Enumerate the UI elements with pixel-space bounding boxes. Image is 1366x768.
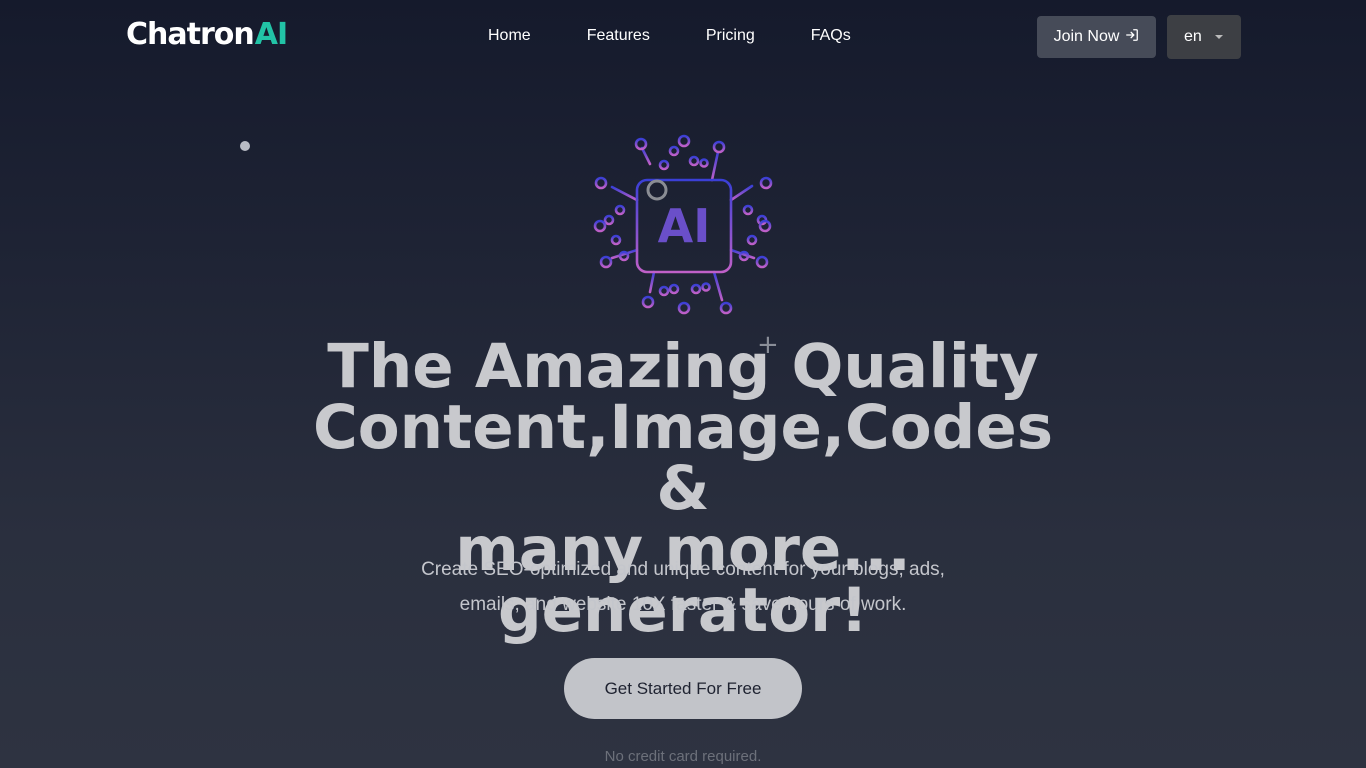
hero-subtitle-line-2: emails, and website 10X faster & save ho…: [459, 594, 907, 615]
join-now-label: Join Now: [1053, 28, 1120, 45]
sign-in-icon: [1125, 28, 1139, 47]
nav-links: Home Features Pricing FAQs: [488, 26, 907, 46]
brand-logo[interactable]: Chatron AI: [126, 17, 288, 53]
nav-link-features[interactable]: Features: [587, 26, 650, 46]
join-now-button[interactable]: Join Now: [1037, 16, 1156, 58]
nav-link-home[interactable]: Home: [488, 26, 531, 46]
get-started-button[interactable]: Get Started For Free: [564, 658, 802, 719]
brand-name-accent: AI: [254, 17, 288, 52]
nav-link-pricing[interactable]: Pricing: [706, 26, 755, 46]
chevron-down-icon: [1215, 35, 1223, 39]
language-select[interactable]: en: [1167, 15, 1241, 59]
ai-chip-illustration: AI: [592, 134, 776, 318]
hero-subtitle-line-1: Create SEO-optimized and unique content …: [421, 559, 945, 580]
brand-name: Chatron: [126, 17, 255, 52]
hero-title-line-2: Content,Image,Codes &: [312, 392, 1054, 524]
hero-title-line-1: The Amazing Quality: [327, 331, 1039, 402]
decorative-dot: [240, 141, 250, 151]
nav-link-faqs[interactable]: FAQs: [811, 26, 851, 46]
no-credit-card-note: No credit card required.: [604, 748, 762, 765]
language-value: en: [1184, 28, 1202, 45]
navbar: Chatron AI Home Features Pricing FAQs Jo…: [0, 0, 1366, 74]
hero-subtitle: Create SEO-optimized and unique content …: [383, 552, 983, 622]
chip-label: AI: [658, 199, 711, 253]
